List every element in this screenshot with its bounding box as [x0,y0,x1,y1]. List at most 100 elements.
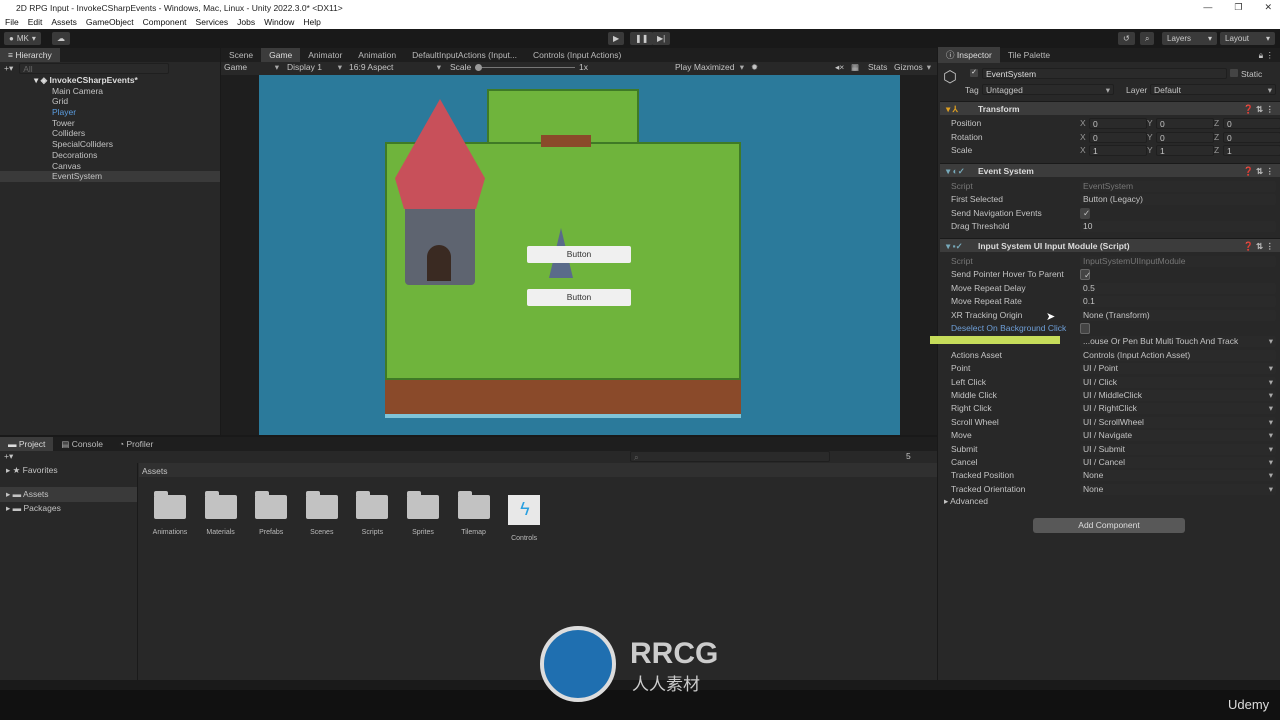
menu-window[interactable]: Window [264,17,294,27]
menu-services[interactable]: Services [196,17,229,27]
tag-dropdown[interactable]: Untagged [982,84,1114,95]
tab-profiler[interactable]: ◔ Profiler [111,437,161,451]
transform-x-field[interactable]: 1 [1089,145,1147,156]
tab-console[interactable]: ▤ Console [53,437,111,452]
mute-audio-icon[interactable]: ◂× [835,62,844,73]
row-value[interactable]: UI / MiddleClick [1080,390,1276,401]
asset-item[interactable]: Tilemap [449,491,499,542]
row-value[interactable]: UI / Click [1080,376,1276,388]
hidden-packages-count[interactable]: 5 [906,451,911,461]
hierarchy-item[interactable]: Colliders [0,128,220,139]
asset-item[interactable]: Materials [196,491,246,542]
hierarchy-item[interactable]: Tower [0,118,220,129]
input-module-header[interactable]: Input System UI Input Module (Script) ▾ ▪… [940,238,1280,252]
history-button[interactable]: ↺ [1118,32,1135,45]
row-value[interactable]: UI / ScrollWheel [1080,416,1276,428]
lock-icon[interactable]: 🔒︎ ⋮ [1259,50,1280,61]
active-checkbox[interactable]: ✓ [970,69,978,77]
tab-default-input-actions[interactable]: DefaultInputActions (Input... [404,48,525,62]
game-ui-button-1[interactable]: Button [527,246,631,263]
transform-x-field[interactable]: 0 [1089,118,1147,129]
row-value[interactable]: 0.5 [1080,282,1276,294]
transform-z-field[interactable]: 0 [1223,118,1280,129]
row-value[interactable]: UI / Navigate [1080,430,1276,442]
tab-animation[interactable]: Animation [350,48,404,62]
static-label[interactable]: Static [1241,69,1262,79]
row-value[interactable]: UI / Point [1080,363,1276,375]
asset-item[interactable]: Animations [145,491,195,542]
row-value[interactable]: None [1080,470,1276,482]
component-menu-icons[interactable]: ❓ ⇅ ⋮ [1243,102,1274,116]
search-button[interactable]: ⌕ [1140,32,1155,45]
stats-button[interactable]: Stats [868,62,887,72]
tab-project[interactable]: ▬ Project [0,437,54,451]
row-value[interactable]: 10 [1080,221,1276,233]
hierarchy-item[interactable]: Main Camera [0,86,220,97]
scale-slider[interactable] [475,64,575,71]
layout-dropdown[interactable]: Layout ▾ [1220,32,1275,45]
asset-item[interactable]: Scenes [297,491,347,542]
aspect-dropdown[interactable]: 16:9 Aspect [349,62,444,73]
transform-header[interactable]: Transform ▾ ⅄ ❓ ⇅ ⋮ [940,101,1280,115]
tab-animator[interactable]: Animator [300,48,350,62]
add-button[interactable]: +▾ [4,63,13,74]
row-value[interactable]: ✓ [1080,269,1091,281]
layers-dropdown[interactable]: Layers ▾ [1162,32,1217,45]
static-checkbox[interactable] [1230,69,1238,77]
minimize-button[interactable]: — [1203,2,1212,13]
hierarchy-search[interactable]: All [19,63,170,74]
tab-scene[interactable]: Scene [221,48,261,62]
menu-help[interactable]: Help [303,17,320,27]
menu-gameobject[interactable]: GameObject [86,17,134,27]
asset-item[interactable]: Prefabs [246,491,296,542]
menu-edit[interactable]: Edit [28,17,43,27]
row-value[interactable]: Button (Legacy) [1080,194,1276,206]
asset-item[interactable]: ϟ Controls [499,495,549,542]
transform-y-field[interactable]: 0 [1156,131,1214,143]
row-value[interactable]: UI / RightClick [1080,403,1276,415]
transform-z-field[interactable]: 1 [1223,145,1280,156]
row-value[interactable]: UI / Cancel [1080,457,1276,468]
tab-game[interactable]: Game [261,48,301,62]
project-search[interactable]: ⌕ [630,451,830,462]
play-maximized-dropdown[interactable]: Play Maximized [675,62,747,73]
step-button[interactable]: ▶| [652,32,671,45]
play-button[interactable]: ▶ [608,32,625,45]
tab-tile-palette[interactable]: Tile Palette [1000,48,1058,62]
hierarchy-item[interactable]: Player [0,107,220,118]
menu-jobs[interactable]: Jobs [237,17,255,27]
row-value[interactable]: None [1080,483,1276,495]
hierarchy-item[interactable]: Canvas [0,161,220,172]
menu-assets[interactable]: Assets [51,17,77,27]
transform-z-field[interactable]: 0 [1223,131,1280,143]
hierarchy-item[interactable]: Decorations [0,150,220,161]
hierarchy-item[interactable]: SpecialColliders [0,139,220,150]
game-mode-dropdown[interactable]: Game [224,62,282,73]
add-component-button[interactable]: Add Component [1033,518,1185,533]
component-menu-icons[interactable]: ❓ ⇅ ⋮ [1243,164,1274,178]
transform-y-field[interactable]: 1 [1156,145,1214,156]
layer-dropdown[interactable]: Default [1150,84,1276,95]
tree-assets[interactable]: ▸ ▬ Assets [0,487,137,502]
gizmos-dropdown[interactable]: Gizmos [894,62,934,73]
display-dropdown[interactable]: Display 1 [287,62,345,73]
row-value[interactable]: None (Transform) [1080,309,1276,321]
game-ui-button-2[interactable]: Button [527,289,631,306]
close-button[interactable]: ✕ [1264,2,1272,13]
asset-item[interactable]: Sprites [398,491,448,542]
maximize-button[interactable]: ❐ [1234,2,1242,13]
row-value[interactable]: ✓ [1080,207,1090,219]
cloud-button[interactable]: ☁ [52,32,70,45]
tree-favorites[interactable]: ▸ ★ Favorites [0,463,137,478]
row-value[interactable]: EventSystem [1080,181,1276,192]
row-value[interactable]: ...ouse Or Pen But Multi Touch And Track [1080,336,1276,348]
event-system-header[interactable]: Event System ▾ ◐✓ ❓ ⇅ ⋮ [940,163,1280,177]
row-value[interactable]: InputSystemUIInputModule [1080,256,1276,267]
scene-root[interactable]: ▾ ◈ InvokeCSharpEvents* [0,75,220,86]
object-name-field[interactable]: EventSystem [982,68,1227,79]
row-value[interactable]: UI / Submit [1080,443,1276,455]
row-value[interactable]: 0.1 [1080,296,1276,308]
hierarchy-item-selected[interactable]: EventSystem [0,171,220,182]
account-button[interactable]: ● MK ▾ [4,32,41,45]
menu-file[interactable]: File [5,17,19,27]
